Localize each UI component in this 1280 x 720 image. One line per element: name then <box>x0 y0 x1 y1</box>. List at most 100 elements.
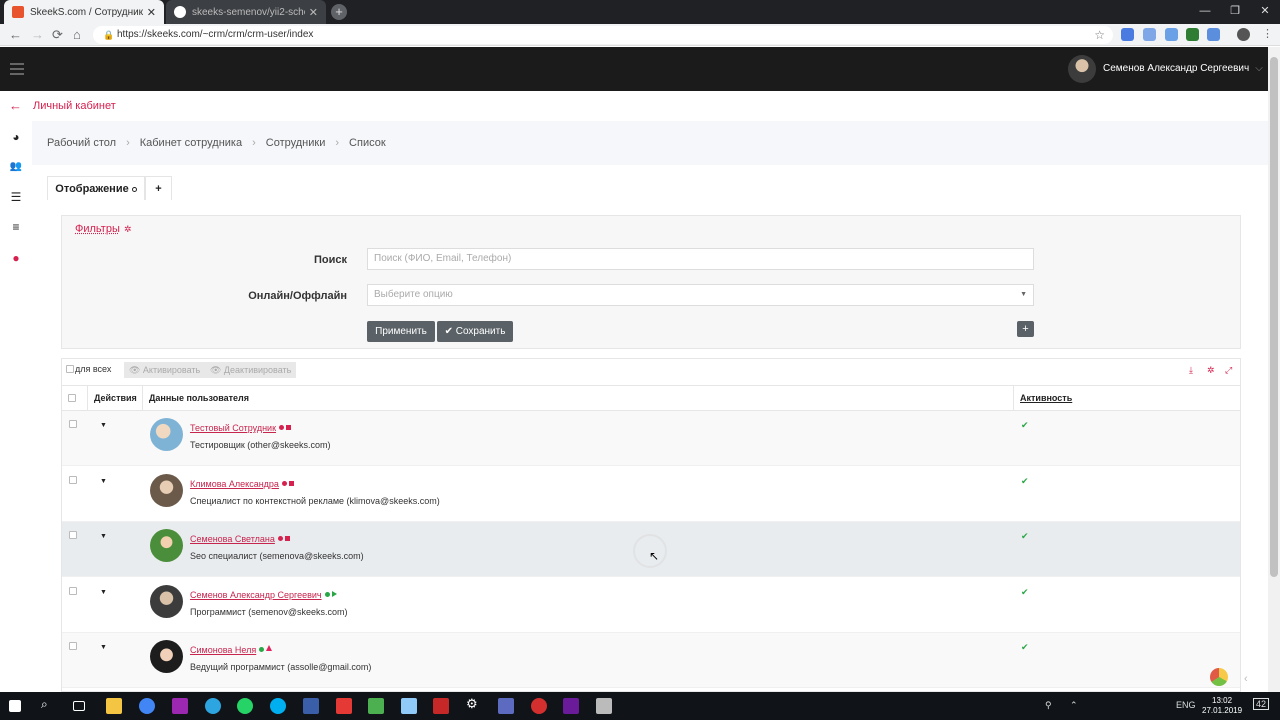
row-checkbox[interactable] <box>69 642 77 650</box>
cart-extension-icon[interactable] <box>1165 28 1178 41</box>
app-note-icon[interactable] <box>401 698 417 714</box>
breadcrumb-item[interactable]: Рабочий стол <box>47 137 116 149</box>
status-select[interactable]: Выберите опцию ▼ <box>367 284 1034 306</box>
row-actions-dropdown[interactable]: ▼ <box>100 533 107 540</box>
file-explorer-icon[interactable] <box>106 698 122 714</box>
pocket-extension-icon[interactable] <box>1207 28 1220 41</box>
row-actions-dropdown[interactable]: ▼ <box>100 478 107 485</box>
table-row[interactable]: ▼ Симонова Неля Ведущий программист (ass… <box>62 633 1240 688</box>
browser-tab-active[interactable]: SkeekS.com / Сотрудники / Спи ✕ <box>4 0 164 24</box>
avatar[interactable] <box>1068 55 1096 83</box>
whatsapp-icon[interactable] <box>237 698 253 714</box>
maximize-button[interactable]: ❐ <box>1220 0 1250 24</box>
task-view-icon[interactable] <box>73 701 85 711</box>
app-k-icon[interactable] <box>336 698 352 714</box>
tray-chevron-up-icon[interactable]: ⌃ <box>1070 700 1078 711</box>
yii-debug-logo-icon[interactable] <box>1210 668 1228 686</box>
row-checkbox[interactable] <box>69 475 77 484</box>
user-name-link[interactable]: Симонова Неля <box>190 645 256 655</box>
add-filter-button[interactable]: + <box>1017 321 1034 337</box>
windows-start-icon[interactable] <box>9 700 21 712</box>
app-tool-icon[interactable] <box>368 698 384 714</box>
list-icon[interactable]: ≡ <box>9 221 23 233</box>
save-button[interactable]: ✔ Сохранить <box>437 321 513 342</box>
chrome-icon[interactable] <box>139 698 155 714</box>
extension-icon[interactable] <box>1143 28 1156 41</box>
row-checkbox[interactable] <box>69 586 77 595</box>
filezilla-icon[interactable] <box>433 698 449 714</box>
gear-icon[interactable]: ✲ <box>1207 365 1215 376</box>
search-icon[interactable]: ⌕ <box>41 697 57 713</box>
close-tab-icon[interactable]: ✕ <box>309 6 318 19</box>
profile-avatar-icon[interactable] <box>1237 28 1250 41</box>
cabinet-link[interactable]: Личный кабинет <box>33 100 116 112</box>
row-checkbox[interactable] <box>69 531 77 539</box>
bookmark-star-icon[interactable]: ☆ <box>1094 26 1105 44</box>
deactivate-button[interactable]: 👁 Деактивировать <box>205 362 297 378</box>
avatar[interactable] <box>150 640 183 673</box>
add-tab-button[interactable]: + <box>145 176 172 200</box>
apply-button[interactable]: Применить <box>367 321 435 342</box>
avatar[interactable] <box>150 529 183 562</box>
minimize-button[interactable]: — <box>1190 0 1220 24</box>
new-tab-button[interactable]: + <box>331 4 347 20</box>
badge-extension-icon[interactable] <box>1186 28 1199 41</box>
forward-icon[interactable]: → <box>31 27 44 42</box>
breadcrumb-item[interactable]: Сотрудники <box>266 137 326 149</box>
language-indicator[interactable]: ENG <box>1176 700 1196 710</box>
table-row[interactable]: ▼ Тестовый Сотрудник Тестировщик (other@… <box>62 411 1240 466</box>
row-checkbox[interactable] <box>69 420 77 428</box>
browser-menu-icon[interactable]: ⋮ <box>1262 27 1273 40</box>
telegram-icon[interactable] <box>205 698 221 714</box>
user-name-link[interactable]: Семенов Александр Сергеевич <box>190 590 322 600</box>
row-actions-dropdown[interactable]: ▼ <box>100 644 107 651</box>
row-actions-dropdown[interactable]: ▼ <box>100 422 107 429</box>
dashboard-icon[interactable]: ◕ <box>9 131 23 143</box>
page-scrollbar[interactable] <box>1268 47 1280 692</box>
user-name-link[interactable]: Климова Александра <box>190 479 279 489</box>
server-icon[interactable]: ☰ <box>9 191 23 203</box>
settings-icon[interactable]: ⚙ <box>466 696 482 712</box>
users-icon[interactable]: 👥 <box>9 161 23 173</box>
close-tab-icon[interactable]: ✕ <box>147 6 156 19</box>
phpstorm-icon[interactable] <box>172 698 188 714</box>
people-icon[interactable]: ⚲ <box>1045 700 1052 711</box>
table-row[interactable]: ▼ Семенов Александр Сергеевич Программис… <box>62 578 1240 633</box>
breadcrumb-item[interactable]: Кабинет сотрудника <box>140 137 242 149</box>
calculator-icon[interactable] <box>596 698 612 714</box>
back-icon[interactable]: ← <box>9 27 22 42</box>
notifications-badge[interactable]: 42 <box>1253 698 1270 710</box>
expand-icon[interactable]: ⤢ <box>1225 365 1232 376</box>
user-name-link[interactable]: Тестовый Сотрудник <box>190 423 276 433</box>
close-window-button[interactable]: ✕ <box>1250 0 1280 24</box>
table-row[interactable]: ▼ Климова Александра Специалист по конте… <box>62 467 1240 522</box>
app-network-icon[interactable] <box>498 698 514 714</box>
user-icon[interactable]: ● <box>9 252 23 264</box>
column-activity[interactable]: Активность <box>1014 386 1240 411</box>
skype-icon[interactable] <box>270 698 286 714</box>
user-name-link[interactable]: Семенова Светлана <box>190 534 275 544</box>
avatar[interactable] <box>150 584 183 618</box>
row-actions-dropdown[interactable]: ▼ <box>100 589 107 596</box>
scrollbar-thumb[interactable] <box>1270 57 1278 577</box>
select-all-checkbox[interactable] <box>66 365 74 373</box>
user-menu[interactable]: Семенов Александр Сергеевич ⌵ <box>1103 63 1263 74</box>
recorder-icon[interactable] <box>531 698 547 714</box>
tab-display[interactable]: Отображение <box>47 176 145 200</box>
download-icon[interactable]: ⤓ <box>1189 365 1193 376</box>
clock[interactable]: 13:02 27.01.2019 <box>1202 696 1242 716</box>
premiere-icon[interactable] <box>563 698 579 714</box>
menu-toggle-icon[interactable] <box>10 63 24 78</box>
url-input[interactable]: 🔒 https://skeeks.com/~crm/crm/crm-user/i… <box>93 26 1113 44</box>
activate-button[interactable]: 👁 Активировать <box>124 362 206 378</box>
gear-icon[interactable]: ✲ <box>124 224 132 235</box>
home-icon[interactable]: ⌂ <box>73 27 81 42</box>
header-checkbox[interactable] <box>68 394 76 402</box>
column-user-data[interactable]: Данные пользователя <box>143 386 1014 411</box>
filters-title[interactable]: Фильтры <box>75 223 120 235</box>
translate-extension-icon[interactable] <box>1121 28 1134 41</box>
reload-icon[interactable]: ⟳ <box>52 27 63 43</box>
avatar[interactable] <box>150 418 183 451</box>
browser-tab-inactive[interactable]: skeeks-semenov/yii2-schedule-in ✕ <box>166 0 326 24</box>
back-arrow-icon[interactable]: ← <box>9 98 22 113</box>
